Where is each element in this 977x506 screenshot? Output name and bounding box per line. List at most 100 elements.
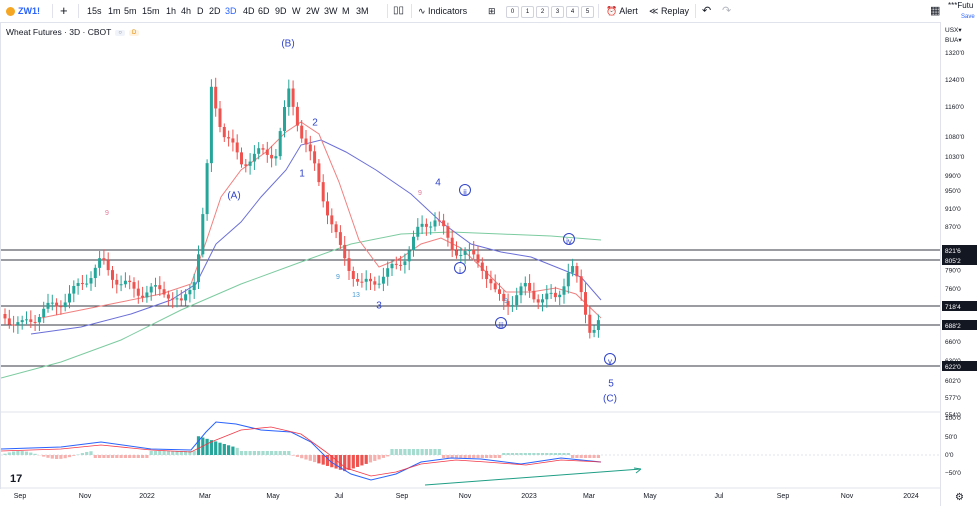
candle-body[interactable] xyxy=(571,266,575,273)
candle-body[interactable] xyxy=(209,86,213,164)
indicators-button[interactable]: ∿ Indicators xyxy=(418,0,467,22)
chart-pane[interactable]: (B) (A) 2 1 4 ii i iii iv v 5 (C) 3 9 9 13 9 9 Sep Nov 2022 M… xyxy=(0,22,941,500)
candle-body[interactable] xyxy=(295,106,299,126)
candle-body[interactable] xyxy=(270,154,274,159)
candle-body[interactable] xyxy=(93,267,97,279)
templates-icon[interactable]: ⊞ xyxy=(488,0,496,22)
candle-body[interactable] xyxy=(416,226,420,237)
candle-style-icon[interactable]: ▯▯ xyxy=(393,0,404,22)
unit-selector[interactable]: BUA▾ xyxy=(945,37,962,44)
candle-body[interactable] xyxy=(240,152,243,165)
interval-3W[interactable]: 3W xyxy=(324,0,338,22)
alert-button[interactable]: ⏰ Alert xyxy=(606,0,638,22)
candle-body[interactable] xyxy=(343,244,347,259)
candle-body[interactable] xyxy=(450,237,454,251)
candle-body[interactable] xyxy=(313,151,317,164)
candle-body[interactable] xyxy=(184,294,188,301)
candle-body[interactable] xyxy=(179,298,183,301)
wave-label[interactable]: 5 xyxy=(608,379,614,390)
candle-body[interactable] xyxy=(480,262,484,271)
candle-body[interactable] xyxy=(197,254,200,283)
wave-label[interactable]: (B) xyxy=(281,39,294,50)
candle-body[interactable] xyxy=(59,306,63,308)
candle-body[interactable] xyxy=(536,299,540,303)
candle-body[interactable] xyxy=(510,305,514,307)
candle-body[interactable] xyxy=(360,281,364,283)
candle-body[interactable] xyxy=(532,290,536,300)
candle-body[interactable] xyxy=(16,322,20,325)
candle-body[interactable] xyxy=(407,250,411,262)
candle-body[interactable] xyxy=(592,329,596,333)
interval-3D[interactable]: 3D xyxy=(225,0,237,22)
candle-body[interactable] xyxy=(463,251,467,255)
candle-body[interactable] xyxy=(50,302,54,304)
candle-body[interactable] xyxy=(244,164,248,166)
candle-body[interactable] xyxy=(145,292,149,298)
interval-3M[interactable]: 3M xyxy=(356,0,369,22)
candle-body[interactable] xyxy=(162,289,166,295)
candle-body[interactable] xyxy=(553,292,557,298)
candle-body[interactable] xyxy=(231,138,235,143)
layout-slot-2[interactable]: 2 xyxy=(536,6,549,18)
candle-body[interactable] xyxy=(257,148,261,154)
candle-body[interactable] xyxy=(111,270,114,280)
candle-body[interactable] xyxy=(433,220,437,227)
candle-body[interactable] xyxy=(403,261,407,266)
candle-body[interactable] xyxy=(42,308,46,318)
candle-body[interactable] xyxy=(304,138,308,145)
candle-body[interactable] xyxy=(119,284,123,286)
candle-body[interactable] xyxy=(192,282,196,291)
candle-body[interactable] xyxy=(136,288,140,296)
candle-body[interactable] xyxy=(55,302,59,307)
candle-body[interactable] xyxy=(25,319,28,321)
candle-body[interactable] xyxy=(37,317,41,323)
candle-body[interactable] xyxy=(493,283,497,290)
candle-body[interactable] xyxy=(291,88,295,107)
candle-body[interactable] xyxy=(29,319,33,322)
candle-body[interactable] xyxy=(265,149,269,155)
candle-body[interactable] xyxy=(252,153,256,162)
candle-body[interactable] xyxy=(278,131,282,157)
candle-body[interactable] xyxy=(171,298,175,300)
wave-label[interactable]: iii xyxy=(498,321,504,330)
candle-body[interactable] xyxy=(3,314,7,319)
candle-body[interactable] xyxy=(562,286,566,295)
candle-body[interactable] xyxy=(381,276,385,284)
candle-body[interactable] xyxy=(429,226,433,228)
candle-body[interactable] xyxy=(158,285,162,290)
candle-body[interactable] xyxy=(579,276,583,293)
interval-6D[interactable]: 6D xyxy=(258,0,270,22)
candle-body[interactable] xyxy=(188,290,192,295)
candle-body[interactable] xyxy=(459,254,463,256)
wave-label[interactable]: ii xyxy=(463,188,467,197)
macd-line[interactable] xyxy=(1,421,602,481)
candle-body[interactable] xyxy=(420,223,424,227)
candle-body[interactable] xyxy=(523,282,527,287)
candle-body[interactable] xyxy=(558,294,562,298)
candle-body[interactable] xyxy=(326,201,329,216)
candle-body[interactable] xyxy=(80,283,84,285)
candle-body[interactable] xyxy=(115,279,119,285)
candle-body[interactable] xyxy=(476,254,480,263)
candle-body[interactable] xyxy=(166,294,170,299)
layout-slot-0[interactable]: 0 xyxy=(506,6,519,18)
replay-button[interactable]: ≪ Replay xyxy=(649,0,689,22)
candle-body[interactable] xyxy=(63,302,67,308)
candle-body[interactable] xyxy=(489,279,493,284)
candle-body[interactable] xyxy=(321,182,325,202)
interval-D[interactable]: D xyxy=(197,0,204,22)
layout-slot-1[interactable]: 1 xyxy=(521,6,534,18)
wave-label[interactable]: (A) xyxy=(227,191,240,202)
candle-body[interactable] xyxy=(515,295,519,306)
candle-body[interactable] xyxy=(46,302,50,309)
candle-body[interactable] xyxy=(528,282,532,291)
candle-body[interactable] xyxy=(519,286,523,296)
wave-label[interactable]: 1 xyxy=(299,169,305,180)
layout-grid-icon[interactable]: ▦ xyxy=(930,0,940,22)
symbol-search-button[interactable]: ZW1! xyxy=(6,0,40,22)
candle-body[interactable] xyxy=(132,282,136,289)
candle-body[interactable] xyxy=(541,299,544,303)
compare-add-icon[interactable]: + xyxy=(60,0,68,22)
price-axis[interactable]: USX▾ BUA▾ 1320'0 1240'0 1160'0 1080'0 1030'0 99… xyxy=(940,22,977,506)
candle-body[interactable] xyxy=(33,321,37,323)
